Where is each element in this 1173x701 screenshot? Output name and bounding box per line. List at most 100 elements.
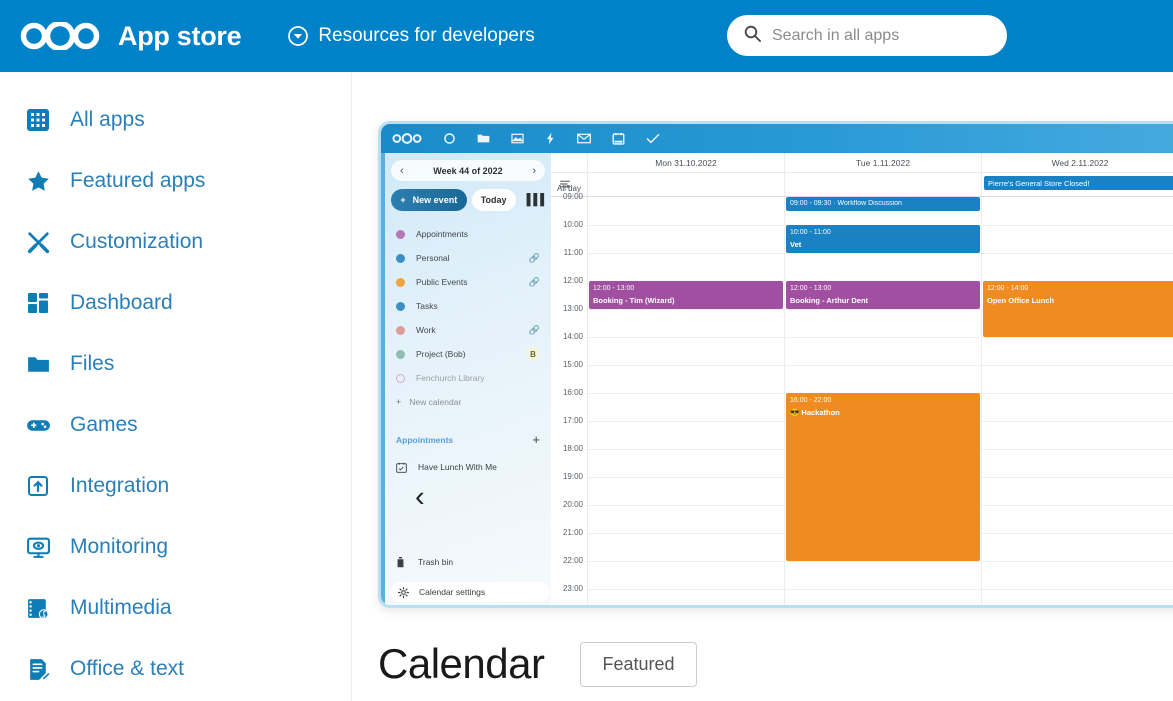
share-link-icon[interactable]: 🔗: [529, 277, 540, 288]
contacts-icon[interactable]: [443, 132, 456, 145]
day-column[interactable]: 12:00 - 14:00 Open Office Lunch: [981, 197, 1173, 605]
calendar-icon[interactable]: [612, 132, 625, 146]
day-column[interactable]: 09:00 - 09:30 · Workflow Discussion 10:0…: [784, 197, 981, 605]
sidebar-item-integration[interactable]: Integration: [0, 462, 351, 510]
event-time: 12:00 - 14:00: [987, 284, 1173, 295]
all-day-cell[interactable]: [587, 173, 784, 196]
list-item[interactable]: Personal 🔗: [385, 246, 551, 270]
header-gutter: [551, 153, 587, 172]
calendar-name: Personal: [416, 253, 529, 263]
photos-icon[interactable]: [511, 132, 524, 145]
time-label: 15:00: [563, 360, 583, 369]
calendar-event[interactable]: 10:00 - 11:00 Vet: [786, 225, 980, 253]
new-calendar-label: New calendar: [409, 397, 540, 407]
collapse-sidebar-button[interactable]: ‹: [415, 483, 425, 512]
view-mode-icon[interactable]: ▐▐▐: [521, 194, 545, 206]
list-item[interactable]: Have Lunch With Me: [385, 456, 551, 478]
activity-icon[interactable]: [545, 132, 556, 145]
calendar-event[interactable]: 12:00 - 14:00 Open Office Lunch: [983, 281, 1173, 337]
calendar-color-dot: [396, 278, 405, 287]
time-label: 22:00: [563, 556, 583, 565]
time-label: 19:00: [563, 472, 583, 481]
calendar-event[interactable]: 16:00 - 22:00 😎 Hackathon: [786, 393, 980, 561]
calendar-event[interactable]: 09:00 - 09:30 · Workflow Discussion: [786, 197, 980, 211]
list-item[interactable]: Fenchurch Library: [385, 366, 551, 390]
list-item[interactable]: Public Events 🔗: [385, 270, 551, 294]
mail-icon[interactable]: [577, 132, 591, 145]
event-title: Booking - Arthur Dent: [790, 295, 976, 306]
calendar-settings-button[interactable]: Calendar settings: [390, 582, 550, 602]
calendar-color-dot: [396, 230, 405, 239]
calendar-color-dot: [396, 302, 405, 311]
share-link-icon[interactable]: 🔗: [529, 325, 540, 336]
sidebar-item-label: Games: [70, 413, 138, 437]
sidebar-item-games[interactable]: Games: [0, 401, 351, 449]
sidebar-item-dashboard[interactable]: Dashboard: [0, 279, 351, 327]
sidebar-item-featured-apps[interactable]: Featured apps: [0, 157, 351, 205]
time-label: 18:00: [563, 444, 583, 453]
list-item[interactable]: Tasks: [385, 294, 551, 318]
time-label: 13:00: [563, 304, 583, 313]
search-input[interactable]: [772, 27, 987, 45]
calendar-name: Public Events: [416, 277, 529, 287]
all-day-collapse-icon[interactable]: [560, 175, 570, 193]
day-column[interactable]: 12:00 - 13:00 Booking - Tim (Wizard): [587, 197, 784, 605]
week-navigator[interactable]: ‹ Week 44 of 2022 ›: [391, 160, 545, 181]
calendar-color-dot: [396, 254, 405, 263]
grid-icon: [25, 107, 51, 133]
time-label: 10:00: [563, 220, 583, 229]
list-item[interactable]: Work 🔗: [385, 318, 551, 342]
calendar-name: Work: [416, 325, 529, 335]
all-day-cell[interactable]: Pierre's General Store Closed!: [981, 173, 1173, 196]
all-day-cell[interactable]: [784, 173, 981, 196]
star-icon: [25, 168, 51, 194]
new-calendar-button[interactable]: + New calendar: [385, 390, 551, 414]
sidebar-item-label: Multimedia: [70, 596, 172, 620]
list-item[interactable]: Project (Bob) B: [385, 342, 551, 366]
calendar-actions: + New event Today ▐▐▐: [391, 189, 545, 211]
search-bar[interactable]: [727, 15, 1007, 56]
plus-icon: +: [396, 397, 401, 407]
event-time-title: 09:00 - 09:30 · Workflow Discussion: [790, 199, 976, 210]
time-label: 12:00: [563, 276, 583, 285]
sidebar-item-all-apps[interactable]: All apps: [0, 96, 351, 144]
next-week-button[interactable]: ›: [532, 165, 536, 177]
search-icon: [743, 24, 762, 48]
sidebar-item-files[interactable]: Files: [0, 340, 351, 388]
dashboard-icon: [25, 290, 51, 316]
add-appointment-button[interactable]: +: [532, 432, 540, 447]
calendar-name: Fenchurch Library: [416, 373, 540, 383]
time-grid: 09:00 10:00 11:00 12:00 13:00 14:00 15:0…: [551, 197, 1173, 605]
today-button[interactable]: Today: [472, 189, 516, 211]
resources-label: Resources for developers: [318, 25, 535, 47]
calendar-event[interactable]: 12:00 - 13:00 Booking - Tim (Wizard): [589, 281, 783, 309]
avatar: B: [526, 347, 540, 361]
screenshot-toolbar: [381, 124, 1173, 153]
calendar-event[interactable]: 12:00 - 13:00 Booking - Arthur Dent: [786, 281, 980, 309]
multimedia-icon: [25, 595, 51, 621]
calendar-name: Tasks: [416, 301, 540, 311]
trash-bin-button[interactable]: Trash bin: [385, 551, 551, 573]
sidebar-item-customization[interactable]: Customization: [0, 218, 351, 266]
share-link-icon[interactable]: 🔗: [529, 253, 540, 264]
sidebar-item-monitoring[interactable]: Monitoring: [0, 523, 351, 571]
status-badge: Featured: [580, 642, 696, 687]
tasks-icon[interactable]: [646, 132, 660, 145]
sidebar-item-office-text[interactable]: Office & text: [0, 645, 351, 693]
folder-icon: [25, 351, 51, 377]
day-headers: Mon 31.10.2022 Tue 1.11.2022 Wed 2.11.20…: [551, 153, 1173, 173]
all-day-row: All day Pierre's General Store Closed!: [551, 173, 1173, 197]
time-label: 09:00: [563, 192, 583, 201]
prev-week-button[interactable]: ‹: [400, 165, 404, 177]
calendar-color-dot: [396, 350, 405, 359]
files-icon[interactable]: [477, 132, 490, 145]
sidebar-item-multimedia[interactable]: Multimedia: [0, 584, 351, 632]
resources-for-developers-link[interactable]: Resources for developers: [287, 25, 535, 47]
list-item[interactable]: Appointments: [385, 222, 551, 246]
all-day-event[interactable]: Pierre's General Store Closed!: [984, 176, 1173, 190]
appointment-label: Have Lunch With Me: [418, 462, 497, 472]
calendar-color-dot: [396, 374, 405, 383]
nextcloud-logo[interactable]: [20, 22, 100, 50]
calendar-color-dot: [396, 326, 405, 335]
new-event-button[interactable]: + New event: [391, 189, 467, 211]
